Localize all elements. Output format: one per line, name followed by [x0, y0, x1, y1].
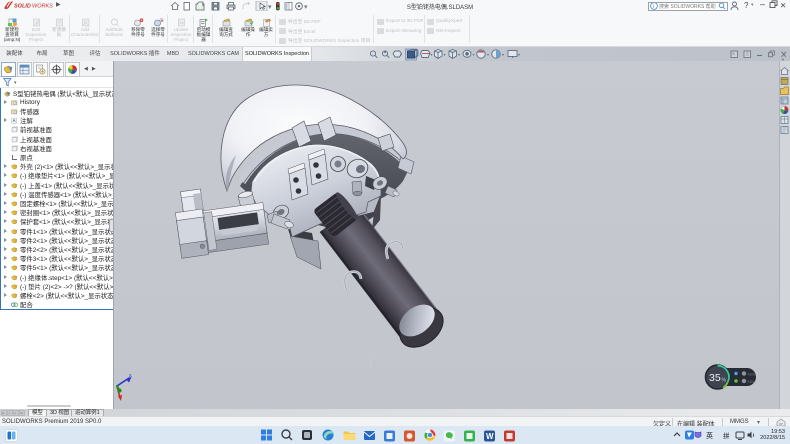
svg-text:英: 英 — [706, 431, 713, 440]
svg-text:x: x — [129, 373, 132, 379]
svg-text:拼: 拼 — [723, 431, 730, 440]
svg-text:W: W — [486, 432, 494, 441]
